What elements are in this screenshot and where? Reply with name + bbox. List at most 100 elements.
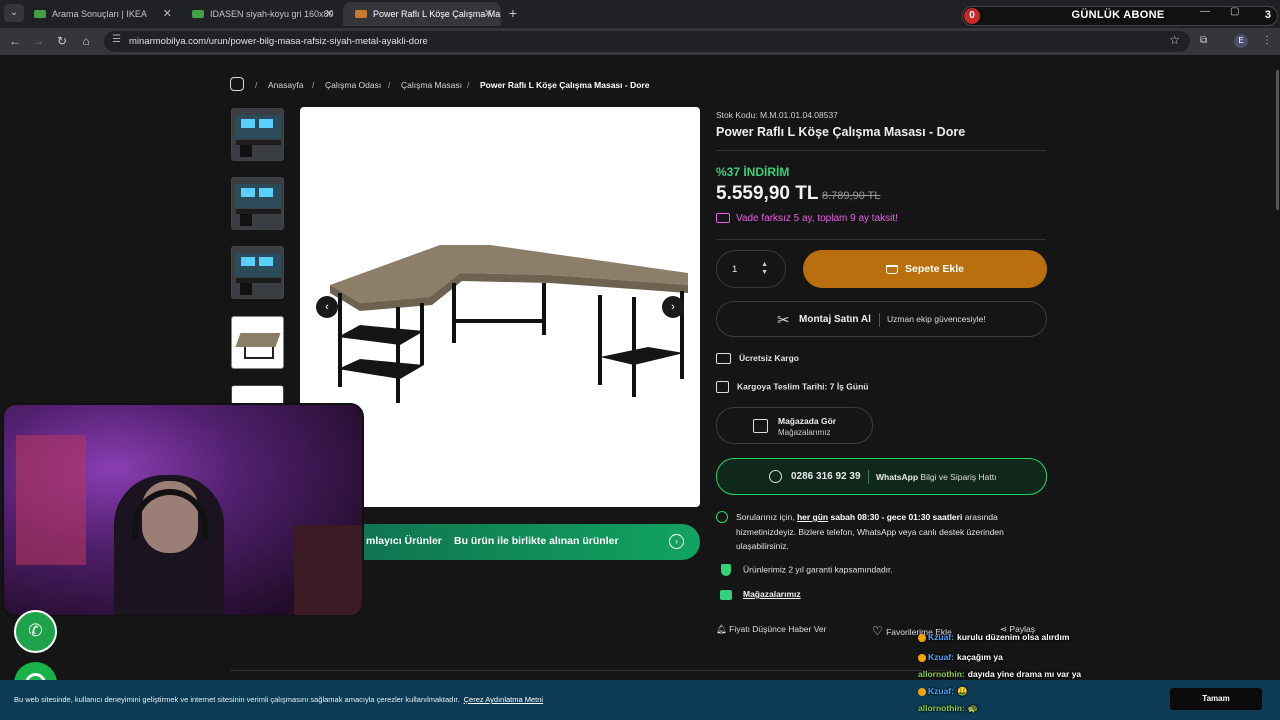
- breadcrumb-item[interactable]: Anasayfa: [268, 80, 303, 90]
- truck-icon: [716, 353, 731, 365]
- kebab-icon[interactable]: ⋮: [1262, 35, 1272, 46]
- chat-message: Kzuaf: 🤑: [918, 686, 968, 697]
- delivery-date: Kargoya Teslim Tarihi: 7 İş Günü: [716, 381, 868, 393]
- price-alert-button[interactable]: 🔔︎ Fiyatı Düşünce Haber Ver: [716, 624, 826, 635]
- sku: Stok Kodu: M.M.01.01.04.08537: [716, 110, 838, 120]
- new-tab-button[interactable]: +: [504, 2, 522, 24]
- breadcrumb-separator: /: [467, 80, 470, 90]
- home-outline-icon[interactable]: [230, 77, 244, 91]
- megaphone-icon: [716, 213, 730, 224]
- whatsapp-label: WhatsApp Bilgi ve Sipariş Hattı: [876, 472, 997, 482]
- favicon-icon: [355, 10, 367, 18]
- product-thumbnail[interactable]: [231, 177, 284, 230]
- home-icon[interactable]: ⌂: [77, 33, 95, 50]
- arrow-right-icon[interactable]: ›: [669, 534, 684, 549]
- product-thumbnail[interactable]: [231, 108, 284, 161]
- old-price: 8.789,90 TL: [822, 190, 881, 202]
- price-alert-label: Fiyatı Düşünce Haber Ver: [729, 624, 827, 634]
- browser-toolbar: ← → ↻ ⌂ ☰ minarmobilya.com/urun/power-bi…: [0, 28, 1280, 55]
- divider: [716, 150, 1046, 151]
- cookie-policy-link[interactable]: Çerez Aydınlatma Metni: [464, 695, 543, 704]
- cookie-accept-button[interactable]: Tamam: [1170, 688, 1262, 710]
- phone-icon: ✆: [28, 621, 43, 640]
- maximize-icon[interactable]: ▢: [1230, 6, 1239, 17]
- whatsapp-icon: [769, 470, 782, 483]
- whatsapp-phone: 0286 316 92 39: [791, 471, 861, 482]
- address-bar[interactable]: ☰ minarmobilya.com/urun/power-bilg-masa-…: [104, 31, 1190, 52]
- url-text[interactable]: minarmobilya.com/urun/power-bilg-masa-ra…: [129, 36, 428, 47]
- warranty-info: Ürünlerimiz 2 yıl garanti kapsamındadır.: [721, 564, 893, 576]
- divider: [879, 313, 880, 327]
- close-tab-icon[interactable]: ✕: [484, 2, 493, 26]
- stepper-arrows-icon[interactable]: ▲ ▼: [761, 261, 768, 277]
- warranty-text: Ürünlerimiz 2 yıl garanti kapsamındadır.: [743, 564, 893, 575]
- divider: [716, 239, 1046, 240]
- close-tab-icon[interactable]: ✕: [163, 2, 172, 26]
- reload-icon[interactable]: ↻: [53, 33, 71, 50]
- store-title: Mağazada Gör: [778, 416, 837, 426]
- whatsapp-button[interactable]: 0286 316 92 39 WhatsApp Bilgi ve Sipariş…: [716, 458, 1047, 495]
- bell-icon: 🔔︎: [716, 624, 730, 634]
- star-icon[interactable]: ☆: [1169, 33, 1180, 47]
- shop-icon: [720, 589, 732, 600]
- see-in-store-button[interactable]: Mağazada Gör Mağazalarımız: [716, 407, 873, 444]
- site-info-icon[interactable]: ☰: [112, 34, 121, 45]
- subscriber-left-count: 0: [964, 8, 980, 24]
- product-thumbnail[interactable]: [231, 246, 284, 299]
- product-thumbnail[interactable]: [231, 316, 284, 369]
- extensions-icon[interactable]: ⧉: [1200, 35, 1207, 46]
- shield-icon: [721, 564, 731, 576]
- heart-icon: ♡: [872, 624, 887, 638]
- headset-icon: [716, 511, 728, 523]
- quantity-stepper[interactable]: 1 ▲ ▼: [716, 250, 786, 288]
- chevron-right-icon[interactable]: ›: [662, 296, 684, 318]
- delivery-text: Kargoya Teslim Tarihi: 7 İş Günü: [737, 381, 869, 392]
- favicon-icon: [34, 10, 46, 18]
- subscriber-title: GÜNLÜK ABONE: [1071, 9, 1165, 21]
- tab-power-desk[interactable]: Power Raflı L Köşe Çalışma Ma ✕: [343, 2, 501, 26]
- chat-message: allornothin: 🐢: [918, 703, 979, 713]
- store-subtitle: Mağazalarımız: [778, 428, 831, 437]
- product-thumbnail[interactable]: [231, 385, 284, 405]
- installment-text: Vade farksız 5 ay, toplam 9 ay taksit!: [736, 213, 898, 224]
- box-icon: [716, 381, 729, 393]
- breadcrumb-item[interactable]: Çalışma Odası: [325, 80, 381, 90]
- add-to-cart-button[interactable]: Sepete Ekle: [803, 250, 1047, 288]
- tools-icon: ✂: [777, 312, 790, 329]
- tab-complementary-products[interactable]: mlayıcı Ürünler: [366, 535, 442, 547]
- forward-icon[interactable]: →: [29, 33, 47, 50]
- discount-badge: %37 İNDİRİM: [716, 165, 790, 179]
- shipping-text: Ücretsiz Kargo: [739, 353, 799, 363]
- tab-idasen[interactable]: IDASEN siyah-koyu gri 160x80 ✕: [180, 2, 342, 26]
- chat-message: allornothin: dayıda yine drama mı var ya: [918, 669, 1082, 679]
- cookie-text: Bu web sitesinde, kullanıcı deneyimini g…: [14, 695, 544, 704]
- webcam-overlay: [2, 403, 364, 617]
- divider: [868, 470, 869, 484]
- chevron-left-icon[interactable]: ‹: [316, 296, 338, 318]
- phone-call-button[interactable]: ✆: [14, 610, 57, 653]
- subscriber-right-count: 3: [1264, 9, 1271, 21]
- scrollbar[interactable]: [1276, 70, 1279, 210]
- add-to-cart-label: Sepete Ekle: [905, 263, 964, 275]
- quantity-value[interactable]: 1: [732, 264, 737, 275]
- avatar[interactable]: E: [1234, 34, 1248, 48]
- tab-title: IDASEN siyah-koyu gri 160x80: [210, 9, 334, 19]
- breadcrumb-separator: /: [312, 80, 315, 90]
- tab-bought-together[interactable]: Bu ürün ile birlikte alınan ürünler: [454, 535, 619, 547]
- breadcrumb-item[interactable]: Çalışma Masası: [401, 80, 462, 90]
- back-icon[interactable]: ←: [6, 33, 24, 50]
- browser-tab-bar: ⌄ Arama Sonuçları | IKEA ✕ IDASEN siyah-…: [0, 0, 1280, 28]
- stores-link[interactable]: Mağazalarımız: [720, 589, 801, 600]
- stores-link-label[interactable]: Mağazalarımız: [743, 589, 801, 599]
- mount-subtitle: Uzman ekip güvencesiyle!: [887, 314, 986, 324]
- close-tab-icon[interactable]: ✕: [325, 2, 334, 26]
- store-icon: [753, 419, 768, 433]
- chat-message: Kzuaf: kurulu düzenim olsa alırdım: [918, 632, 1069, 642]
- tab-title: Power Raflı L Köşe Çalışma Ma: [373, 9, 501, 19]
- mount-service-button[interactable]: ✂ Montaj Satın Al Uzman ekip güvencesiyl…: [716, 301, 1047, 337]
- mount-label: Montaj Satın Al: [799, 314, 871, 325]
- tab-ikea-search[interactable]: Arama Sonuçları | IKEA ✕: [22, 2, 180, 26]
- minimize-icon[interactable]: —: [1200, 6, 1210, 17]
- tab-menu-icon[interactable]: ⌄: [4, 4, 24, 22]
- cart-icon: [886, 264, 899, 274]
